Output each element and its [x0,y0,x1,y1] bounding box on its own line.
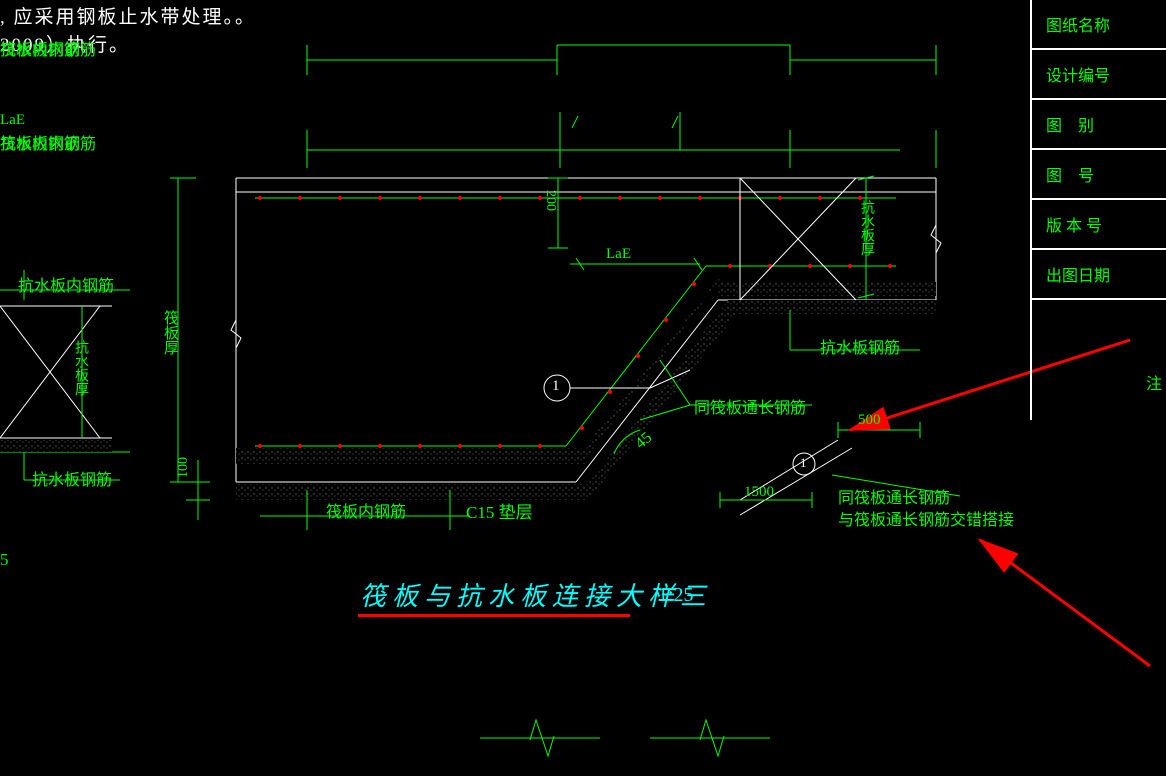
panel-row-date: 出图日期 [1032,250,1166,300]
title-block: 图纸名称 设计编号 图 别 图 号 版 本 号 出图日期 [1030,0,1166,420]
left-fragment [0,270,130,480]
dim-200: 200 [542,190,558,211]
dim-100: 100 [176,457,192,478]
left-frag-water-thick: 抗水板厚 [70,340,90,396]
water-slab-right-detail [740,176,920,350]
callout-1-main-text: 1 [552,378,560,395]
label-same-raft-detail: 同筏板通长钢筋 [838,484,950,508]
label-water-inner-2: 抗水板内钢筋 [0,130,96,154]
label-same-raft-main: 同筏板通长钢筋 [694,394,806,418]
panel-row-design-no: 设计编号 [1032,50,1166,100]
label-c15: C15 垫层 [466,498,533,523]
panel-note-char: 注 [1146,370,1162,394]
label-water-inner-top: 抗水板内钢筋 [0,36,96,60]
label-overlap-detail: 与筏板通长钢筋交错搭接 [838,506,1014,530]
left-frag-dim5: 5 [0,550,9,570]
dim-500: 500 [858,412,881,429]
left-frag-water-rebar: 抗水板钢筋 [32,466,112,490]
dim-1500: 1500 [744,484,774,501]
label-raft-inner-bottom: 筏板内钢筋 [326,498,406,522]
note-line-1: , 应采用钢板止水带处理。。 [0,2,256,29]
label-water-rebar-right: 抗水板钢筋 [820,334,900,358]
callout-1-detail-text: 1 [800,455,807,471]
bottom-break-marks [480,720,770,756]
panel-row-name: 图纸名称 [1032,0,1166,50]
label-LaE-inside: LaE [606,246,631,263]
label-raft-thickness-v: 筏板厚 [160,310,181,355]
drawing-scale: 1:25 [658,584,694,607]
title-underline [358,614,630,617]
panel-row-version: 版 本 号 [1032,200,1166,250]
left-frag-water-inner: 抗水板内钢筋 [18,272,114,296]
panel-row-sheet-no: 图 号 [1032,150,1166,200]
panel-row-category: 图 别 [1032,100,1166,150]
label-LaE-top: LaE [0,112,25,129]
label-water-thickness-v: 抗水板厚 [856,200,876,256]
